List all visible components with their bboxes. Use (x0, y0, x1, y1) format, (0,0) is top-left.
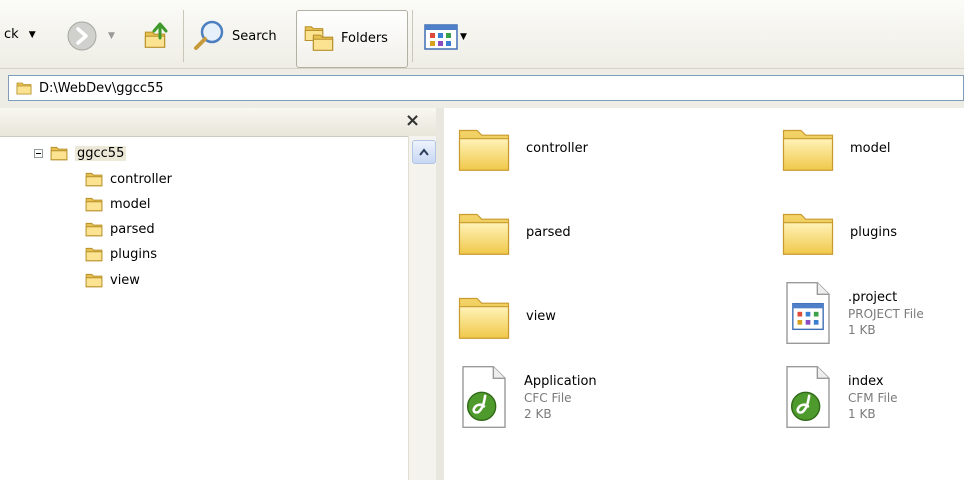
file-list: controller model parsed plugins view .pr… (444, 108, 964, 480)
views-icon (424, 24, 458, 50)
file-name: parsed (526, 224, 571, 240)
search-icon (194, 20, 224, 50)
vertical-scrollbar[interactable] (408, 136, 437, 480)
views-dropdown-icon[interactable]: ▼ (460, 32, 467, 42)
tree-item-label: model (110, 196, 151, 212)
folders-pane-header: × (0, 108, 436, 137)
folder-icon (456, 120, 512, 176)
folder-icon (85, 197, 103, 212)
file-item-controller[interactable]: controller (456, 120, 588, 176)
forward-dropdown-icon[interactable]: ▼ (108, 31, 115, 41)
address-path: D:\WebDev\ggcc55 (39, 80, 164, 96)
toolbar: ck ▼ ▼ Search Folders ▼ (0, 0, 964, 68)
file-item-model[interactable]: model (780, 120, 890, 176)
file-size: 1 KB (848, 322, 876, 337)
folders-label: Folders (341, 30, 388, 46)
tree-item-label: plugins (110, 246, 157, 262)
forward-arrow-icon (67, 21, 97, 51)
back-button[interactable]: ck ▼ (4, 27, 36, 42)
views-button[interactable]: ▼ (424, 24, 467, 50)
folder-icon (16, 82, 32, 95)
folder-icon (50, 146, 68, 161)
toolbar-separator (412, 10, 413, 62)
back-label: ck (4, 27, 19, 42)
dreamweaver-file-icon (456, 364, 512, 430)
folders-pane: × ggcc55 controller model parsed plugins… (0, 108, 437, 480)
collapse-icon[interactable] (34, 148, 43, 158)
dreamweaver-file-icon (780, 364, 836, 430)
file-name: .project (848, 289, 898, 305)
close-icon[interactable]: × (405, 110, 420, 131)
pane-splitter[interactable] (436, 108, 444, 480)
file-type: CFM File (848, 390, 898, 405)
file-size: 2 KB (524, 406, 552, 421)
tree-item-root[interactable]: ggcc55 (34, 142, 127, 164)
folder-icon (780, 120, 836, 176)
folder-icon (85, 273, 103, 288)
chevron-up-icon (419, 148, 429, 156)
folder-icon (85, 222, 103, 237)
tree-item-view[interactable]: view (84, 269, 140, 291)
search-label: Search (232, 28, 277, 44)
file-type: CFC File (524, 390, 572, 405)
file-item-application[interactable]: Application CFC File 2 KB (456, 364, 597, 430)
tree-item-controller[interactable]: controller (84, 168, 172, 190)
tree-item-label: ggcc55 (75, 145, 127, 161)
up-folder-button[interactable] (140, 18, 174, 52)
file-name: plugins (850, 224, 897, 240)
back-dropdown-icon[interactable]: ▼ (29, 30, 36, 40)
address-bar: D:\WebDev\ggcc55 (0, 68, 964, 109)
project-file-icon (780, 280, 836, 346)
tree-item-label: view (110, 272, 140, 288)
file-name: model (850, 140, 891, 156)
folders-icon (304, 26, 334, 51)
toolbar-separator (183, 10, 184, 62)
file-name: view (526, 308, 556, 324)
folder-icon (85, 247, 103, 262)
scroll-up-button[interactable] (412, 140, 436, 164)
file-item-plugins[interactable]: plugins (780, 204, 897, 260)
search-button[interactable]: Search (192, 18, 277, 54)
file-item-parsed[interactable]: parsed (456, 204, 571, 260)
folder-icon (456, 288, 512, 344)
tree-item-model[interactable]: model (84, 193, 150, 215)
address-field[interactable]: D:\WebDev\ggcc55 (8, 75, 964, 101)
folder-icon (780, 204, 836, 260)
tree-item-label: controller (110, 171, 173, 187)
file-item-project[interactable]: .project PROJECT File 1 KB (780, 280, 924, 346)
tree-item-parsed[interactable]: parsed (84, 218, 155, 240)
file-name: Application (524, 373, 597, 389)
file-size: 1 KB (848, 406, 876, 421)
file-type: PROJECT File (848, 306, 924, 321)
folders-button[interactable]: Folders (296, 10, 408, 68)
tree-item-label: parsed (110, 221, 155, 237)
tree-item-plugins[interactable]: plugins (84, 243, 157, 265)
up-folder-icon (144, 22, 168, 48)
folder-icon (85, 172, 103, 187)
forward-button[interactable]: ▼ (66, 20, 115, 52)
file-item-view[interactable]: view (456, 288, 556, 344)
file-name: controller (526, 140, 589, 156)
folder-icon (456, 204, 512, 260)
file-item-index[interactable]: index CFM File 1 KB (780, 364, 898, 430)
file-name: index (848, 373, 884, 389)
